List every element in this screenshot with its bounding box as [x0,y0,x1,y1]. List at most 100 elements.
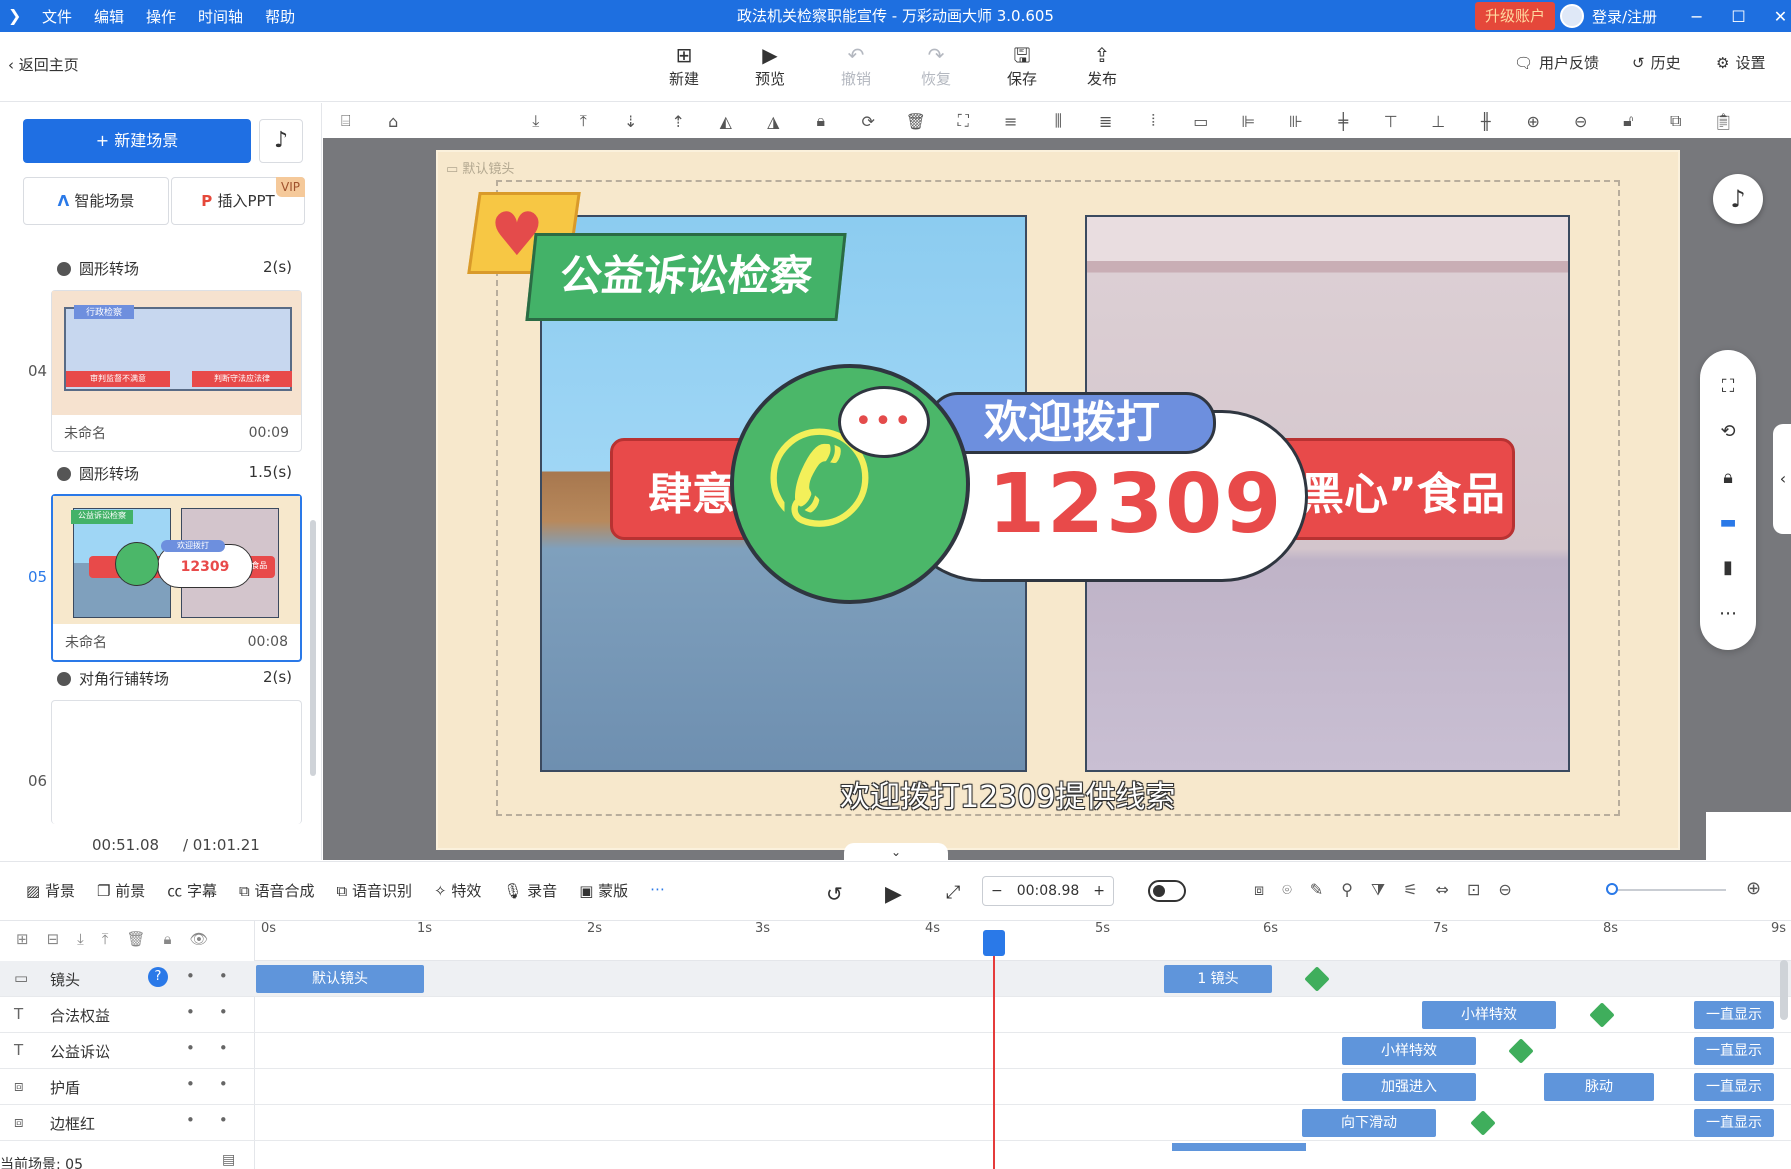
subtitle-text[interactable]: 欢迎拨打12309提供线索 [840,772,1175,816]
move-down-icon[interactable]: ⇣ [607,112,655,131]
align-l-icon[interactable]: ⊫ [1225,112,1273,131]
maximize-button[interactable]: ☐ [1731,7,1745,26]
move-up-icon[interactable]: ⤒ [102,930,109,948]
music-note-icon[interactable]: ♪ [1713,174,1763,224]
add-folder-icon[interactable]: ⊞ [16,930,29,948]
timeline-clip[interactable]: 默认镜头 [256,965,424,993]
add-keyframe-icon[interactable] [1589,1002,1615,1028]
timeline-clip-partial[interactable] [1172,1143,1306,1151]
pin-icon[interactable]: ⚲ [1341,880,1353,900]
help-icon[interactable]: ? [148,967,168,987]
zoom-slider-handle[interactable] [1606,883,1618,895]
minimap[interactable] [1706,812,1791,860]
login-button[interactable]: 登录/注册 [1560,0,1657,32]
ratio-icon[interactable]: ⊡ [1467,880,1480,900]
spacing-icon[interactable]: ▭ [1177,112,1225,131]
edit-icon[interactable]: ✎ [1310,880,1323,900]
settings-button[interactable]: ⚙ 设置 [1716,52,1765,73]
flip-horizontal-icon[interactable]: ◭ [702,112,750,131]
track-flags[interactable]: •• [186,1075,252,1093]
play-icon[interactable]: ▶ [885,882,902,907]
zoom-out-icon[interactable]: ⊖ [1498,880,1511,900]
save-button[interactable]: 🖫 保存 [992,44,1052,89]
add-keyframe-icon[interactable] [1304,966,1330,992]
history-button[interactable]: ↺ 历史 [1632,52,1681,73]
back-home-button[interactable]: ‹ 返回主页 [8,54,79,75]
delete-icon[interactable]: 🗑︎ [126,930,145,948]
minimize-button[interactable]: − [1690,7,1703,26]
rotate-icon[interactable]: ⟲ [1720,421,1735,442]
timeline-clip[interactable]: 小样特效 [1342,1037,1476,1065]
track-row[interactable]: ▭ 镜头 ? •• 默认镜头 1 镜头 [0,961,1791,997]
panel-icon[interactable]: ▤ [222,1152,235,1168]
close-button[interactable]: ✕ [1774,7,1787,26]
center-v-icon[interactable]: ╫ [1462,112,1510,131]
scene-panel-scrollbar[interactable] [310,520,316,776]
transition-item[interactable]: 对角行铺转场 2(s) [57,668,292,689]
timeline-clip[interactable]: 一直显示 [1694,1073,1774,1101]
upgrade-button[interactable]: 升级账户 [1475,2,1556,30]
align-center-icon[interactable]: ≣ [1082,112,1130,131]
paste-icon[interactable]: 📋︎ [1700,112,1748,131]
timeline-clip[interactable]: 1 镜头 [1164,965,1272,993]
track-flags[interactable]: •• [186,1039,252,1057]
align-bottom-icon[interactable]: ⤓ [512,111,560,131]
align-top-icon[interactable]: ⤒ [560,111,608,131]
time-stepper[interactable]: −00:08.98 + [982,876,1114,906]
fit-screen-icon[interactable]: ⛶ [1722,376,1735,397]
record-button[interactable]: 🎙︎ 录音 [503,880,557,901]
time-minus-button[interactable]: − [991,883,1003,899]
track-flags[interactable]: •• [186,1111,252,1129]
playhead[interactable] [993,932,995,1169]
format-painter-icon[interactable]: ⌸ [322,111,370,131]
undo-button[interactable]: ↶ 撤销 [826,44,886,89]
add-keyframe-icon[interactable] [1508,1038,1534,1064]
playhead-handle[interactable] [983,930,1005,956]
fit-width-icon[interactable]: ⇔ [1436,880,1449,900]
track-row[interactable]: T 公益诉讼 •• 小样特效 一直显示 [0,1033,1791,1069]
copy-icon[interactable]: ⧉ [1652,111,1700,131]
lock-icon[interactable]: 🔒︎ [1723,467,1733,488]
time-ruler[interactable]: 0s 1s 2s 3s 4s 5s 6s 7s 8s 9s [255,921,1791,961]
add-keyframe-icon[interactable] [1470,1110,1496,1136]
align-t-icon[interactable]: ⊤ [1367,112,1415,131]
smart-scene-button[interactable]: Λ 智能场景 [23,177,169,225]
distribute-v-icon[interactable]: ⦙ [1130,111,1178,131]
zoom-in-icon[interactable]: ⊕ [1510,112,1558,131]
new-button[interactable]: ⊞ 新建 [654,44,714,89]
align-b-icon[interactable]: ⊥ [1415,112,1463,131]
fit-icon[interactable]: ⛶ [940,111,988,131]
transition-item[interactable]: 圆形转场 1.5(s) [57,463,292,484]
flip-vertical-icon[interactable]: ◮ [750,112,798,131]
background-button[interactable]: ▨ 背景 [26,880,75,901]
hotline-number[interactable]: 12309 [988,460,1283,550]
title-banner[interactable]: 公益诉讼检察 [525,233,847,321]
zoom-slider[interactable] [1612,889,1726,891]
scene-thumbnail-06[interactable] [51,700,302,824]
timeline-clip[interactable]: 一直显示 [1694,1109,1774,1137]
timeline-clip[interactable]: 加强进入 [1342,1073,1476,1101]
lock-icon[interactable]: 🔒︎ [163,930,171,948]
chevron-left-icon[interactable]: ‹ [1773,424,1791,534]
more-tools-icon[interactable]: ⋯ [650,880,665,901]
new-folder-icon[interactable]: ⊟ [47,930,60,948]
snap-toggle[interactable] [1148,880,1186,902]
replay-icon[interactable]: ↺ [826,882,843,906]
delete-icon[interactable]: 🗑︎ [892,112,940,131]
foreground-button[interactable]: ❐ 前景 [97,880,145,901]
new-scene-button[interactable]: + 新建场景 [23,119,251,163]
align-r-icon[interactable]: ⊪ [1272,112,1320,131]
lock-icon[interactable]: 🔒︎ [797,111,845,131]
track-row[interactable]: ⧈ 边框红 •• 向下滑动 一直显示 [0,1105,1791,1141]
zoom-out-icon[interactable]: ⊖ [1557,112,1605,131]
align-mid-icon[interactable]: ╪ [1320,112,1368,131]
timeline-scrollbar[interactable] [1780,960,1788,1020]
mask-button[interactable]: ▣ 蒙版 [579,880,628,901]
filter-icon[interactable]: ⧩ [1371,880,1385,900]
timeline-clip[interactable]: 向下滑动 [1302,1109,1436,1137]
timeline-clip[interactable]: 脉动 [1544,1073,1654,1101]
home-icon[interactable]: ⌂ [370,112,418,131]
time-plus-button[interactable]: + [1093,883,1105,899]
speech-recognition-button[interactable]: ⧉ 语音识别 [337,880,413,901]
move-up-icon[interactable]: ⇡ [655,112,703,131]
